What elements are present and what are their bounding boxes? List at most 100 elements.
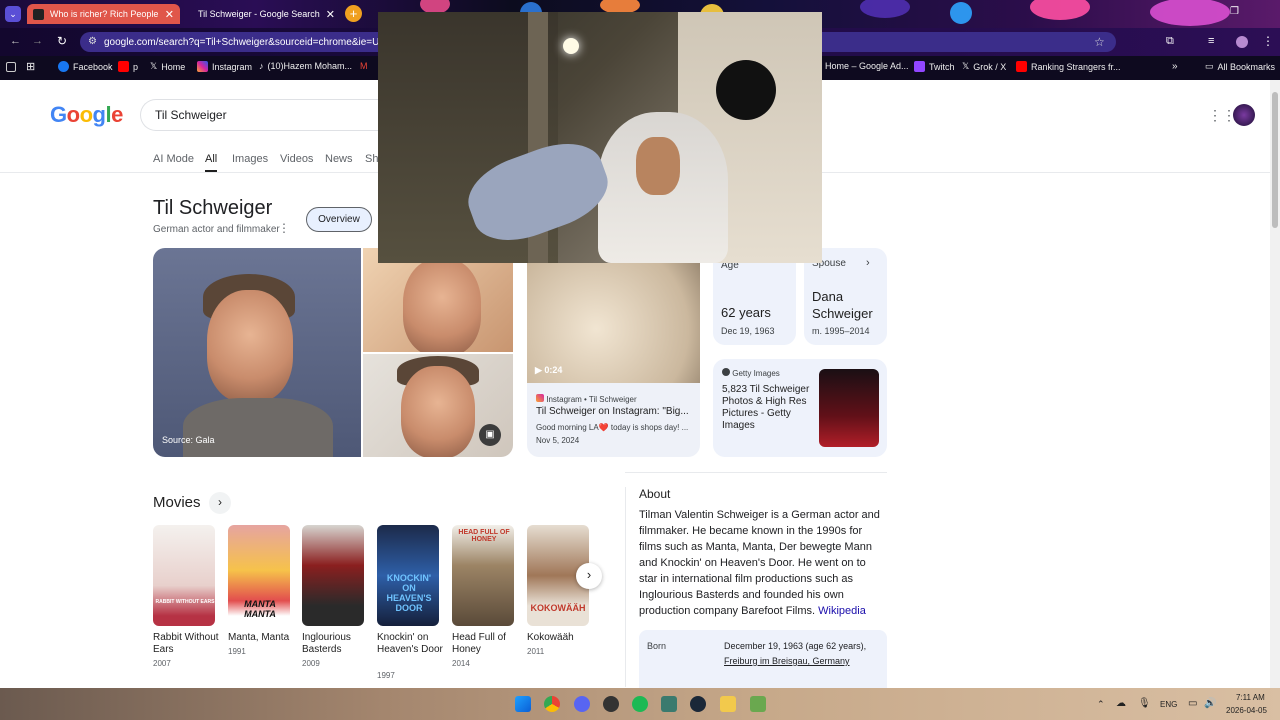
- site-info-icon[interactable]: ⚙: [88, 36, 97, 47]
- movie-poster-honey[interactable]: HEAD FULL OF HONEY: [452, 525, 514, 626]
- portrait-image-2[interactable]: [363, 248, 513, 352]
- chrome-icon[interactable]: [544, 696, 560, 712]
- network-icon[interactable]: ☁: [1116, 698, 1126, 709]
- video-card[interactable]: ▶ 0:24 Instagram • Til Schweiger Til Sch…: [527, 248, 700, 457]
- bookmark-grok[interactable]: 𝕏 Grok / X: [962, 61, 1006, 72]
- bookmark-instagram[interactable]: Instagram: [197, 61, 252, 72]
- all-bookmarks[interactable]: ▭ All Bookmarks: [1205, 61, 1275, 72]
- bookmark-label: Grok / X: [973, 61, 1007, 72]
- language-indicator[interactable]: ENG: [1160, 700, 1177, 709]
- microphone-icon[interactable]: 🎙: [1138, 698, 1151, 709]
- tab-rich-people[interactable]: Who is richer? Rich People | Mo ✕: [27, 4, 180, 24]
- bookmark-p[interactable]: p: [118, 61, 138, 72]
- obs-icon[interactable]: [603, 696, 619, 712]
- duration-text: 0:24: [544, 365, 563, 375]
- tab-ai-mode[interactable]: AI Mode: [153, 153, 194, 165]
- movies-chevron-right-icon[interactable]: ›: [209, 492, 231, 514]
- bookmark-label: Ranking Strangers fr...: [1031, 61, 1121, 72]
- overview-button[interactable]: Overview: [306, 207, 372, 232]
- movie-title[interactable]: Kokowääh: [527, 632, 595, 644]
- chevron-right-icon[interactable]: ›: [866, 257, 870, 269]
- main-portrait-image[interactable]: Source: Gala: [153, 248, 361, 457]
- movie-year: 1991: [228, 647, 246, 656]
- clock-date[interactable]: 2026-04-05: [1226, 706, 1267, 715]
- search-input[interactable]: Til Schweiger: [140, 99, 380, 131]
- getty-images-card[interactable]: Getty Images 5,823 Til Schweiger Photos …: [713, 359, 887, 457]
- getty-text: 5,823 Til Schweiger Photos & High Res Pi…: [722, 384, 810, 431]
- youtube-icon: [118, 61, 129, 72]
- profile-avatar[interactable]: [1236, 36, 1248, 48]
- bookmark-facebook[interactable]: Facebook: [58, 61, 113, 72]
- bookmark-twitch[interactable]: Twitch: [914, 61, 955, 72]
- file-explorer-icon[interactable]: [720, 696, 736, 712]
- logo-letter: o: [79, 102, 93, 127]
- account-avatar[interactable]: [1233, 104, 1255, 126]
- bookmark-tiktok[interactable]: ♪ (10)Hazem Moham...: [259, 61, 352, 71]
- app-icon[interactable]: [750, 696, 766, 712]
- new-tab-button[interactable]: +: [345, 5, 362, 22]
- steam-icon[interactable]: [690, 696, 706, 712]
- tab-search-icon[interactable]: ⌄: [5, 6, 21, 22]
- apps-icon[interactable]: [6, 62, 16, 72]
- tab-videos[interactable]: Videos: [280, 153, 313, 165]
- volume-icon[interactable]: 🔊: [1204, 698, 1216, 709]
- grid-icon[interactable]: ⊞: [26, 60, 35, 73]
- movie-title[interactable]: Inglourious Basterds: [302, 632, 370, 656]
- app-icon[interactable]: [661, 696, 677, 712]
- gallery-icon[interactable]: ▣: [479, 424, 501, 446]
- more-options-icon[interactable]: ⋮: [278, 221, 290, 235]
- clock-time[interactable]: 7:11 AM: [1236, 693, 1265, 702]
- movie-title[interactable]: Head Full of Honey: [452, 632, 520, 656]
- movie-title[interactable]: Knockin' on Heaven's Door: [377, 632, 445, 656]
- discord-icon[interactable]: [574, 696, 590, 712]
- bookmarks-overflow-icon[interactable]: »: [1172, 61, 1178, 72]
- x-icon: 𝕏: [150, 61, 158, 71]
- back-icon[interactable]: ←: [10, 35, 21, 47]
- carousel-next-icon[interactable]: ›: [576, 563, 602, 589]
- bookmark-star-icon[interactable]: ☆: [1094, 35, 1105, 49]
- extensions-icon[interactable]: ⧉: [1166, 35, 1174, 48]
- wallpaper-decoration: [950, 2, 972, 24]
- tab-images[interactable]: Images: [232, 153, 268, 165]
- monitor-icon[interactable]: ▭: [1188, 698, 1197, 709]
- google-logo[interactable]: Google: [50, 102, 123, 128]
- forward-icon[interactable]: →: [32, 35, 43, 47]
- tab-favicon-icon: [33, 8, 44, 20]
- tab-all[interactable]: All: [205, 153, 218, 173]
- bookmark-ranking[interactable]: Ranking Strangers fr...: [1016, 61, 1121, 72]
- scrollbar-thumb[interactable]: [1272, 92, 1278, 228]
- close-tab-icon[interactable]: ✕: [326, 8, 335, 21]
- video-title[interactable]: Til Schweiger on Instagram: "Big...: [536, 406, 689, 417]
- tab-title: Who is richer? Rich People | Mo: [49, 9, 159, 19]
- movie-poster-knockin[interactable]: KNOCKIN' ON HEAVEN'S DOOR: [377, 525, 439, 626]
- movie-title[interactable]: Rabbit Without Ears: [153, 632, 221, 656]
- born-place-link[interactable]: Freiburg im Breisgau, Germany: [724, 656, 850, 666]
- portrait-image-3[interactable]: ▣: [363, 354, 513, 457]
- tab-shopping[interactable]: Sh: [365, 153, 378, 165]
- wikipedia-link[interactable]: Wikipedia: [818, 605, 866, 617]
- bookmark-gmail[interactable]: M: [360, 61, 368, 71]
- age-value: 62 years: [721, 305, 771, 320]
- google-apps-icon[interactable]: ⋮⋮: [1208, 107, 1236, 124]
- restore-window-icon[interactable]: ❐: [1230, 6, 1239, 17]
- bookmark-google-ads[interactable]: Home – Google Ad...: [825, 61, 909, 71]
- tab-news[interactable]: News: [325, 153, 353, 165]
- close-tab-icon[interactable]: ✕: [165, 8, 174, 21]
- windows-start-icon[interactable]: [515, 696, 531, 712]
- spotify-icon[interactable]: [632, 696, 648, 712]
- born-value: December 19, 1963 (age 62 years),: [724, 641, 867, 651]
- more-options-icon[interactable]: ⋮: [1262, 34, 1274, 48]
- tab-google-search[interactable]: Til Schweiger - Google Search ✕: [186, 4, 340, 24]
- webcam-content: [563, 38, 579, 54]
- movies-heading[interactable]: Movies: [153, 494, 201, 511]
- chevron-up-icon[interactable]: ⌃: [1097, 699, 1105, 710]
- movie-year: 2007: [153, 659, 171, 668]
- reload-icon[interactable]: ↻: [57, 34, 67, 48]
- movie-poster-rabbit[interactable]: RABBIT WITHOUT EARS: [153, 525, 215, 626]
- movie-poster-inglourious[interactable]: [302, 525, 364, 626]
- bookmark-home[interactable]: 𝕏 Home: [150, 61, 185, 72]
- movie-title[interactable]: Manta, Manta: [228, 632, 296, 644]
- movie-poster-manta[interactable]: MANTA MANTA: [228, 525, 290, 626]
- menu-list-icon[interactable]: ≡: [1208, 35, 1214, 47]
- bookmark-label: All Bookmarks: [1217, 61, 1276, 72]
